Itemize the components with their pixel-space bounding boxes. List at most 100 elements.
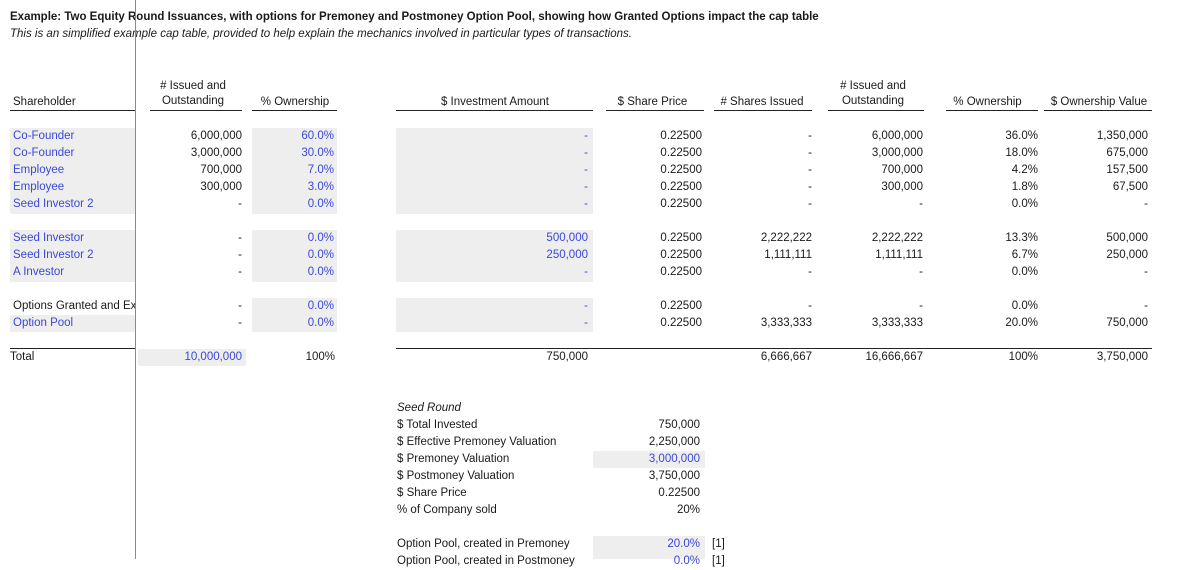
- issued-outstanding: -: [238, 317, 242, 329]
- shareholder-name[interactable]: Employee: [13, 162, 135, 179]
- header-underline: [396, 110, 593, 111]
- header-issued-outstanding-2: # Issued and Outstanding: [828, 79, 918, 109]
- total-issued-2: 16,666,667: [865, 351, 923, 363]
- ownership-pct-2: 6.7%: [1011, 249, 1038, 261]
- investment-amount[interactable]: 250,000: [440, 247, 588, 264]
- issued-outstanding: 700,000: [200, 164, 242, 176]
- investment-amount[interactable]: -: [440, 128, 588, 145]
- ownership-pct-2: 20.0%: [1005, 317, 1038, 329]
- ownership-value: 157,500: [1106, 164, 1148, 176]
- issued-outstanding: 3,000,000: [190, 147, 242, 159]
- investment-amount[interactable]: -: [440, 315, 588, 332]
- investment-amount[interactable]: -: [440, 264, 588, 281]
- page-subtitle: This is an simplified example cap table,…: [10, 28, 632, 40]
- ownership-value: -: [1144, 198, 1148, 210]
- page-title: Example: Two Equity Round Issuances, wit…: [10, 11, 819, 23]
- shares-issued: -: [808, 147, 812, 159]
- header-issued-outstanding: # Issued and Outstanding: [148, 79, 238, 109]
- ownership-value: 1,350,000: [1096, 130, 1148, 142]
- share-price: 0.22500: [660, 266, 702, 278]
- shares-issued: 2,222,222: [760, 232, 812, 244]
- share-price: 0.22500: [660, 130, 702, 142]
- ownership-value: 250,000: [1106, 249, 1148, 261]
- ownership-pct[interactable]: 30.0%: [250, 145, 334, 162]
- issued-outstanding: -: [238, 300, 242, 312]
- investment-amount[interactable]: 500,000: [440, 230, 588, 247]
- header-underline: [10, 110, 135, 111]
- issued-outstanding: -: [238, 266, 242, 278]
- issued-outstanding: -: [238, 249, 242, 261]
- shares-issued: -: [808, 181, 812, 193]
- investment-amount[interactable]: -: [440, 162, 588, 179]
- issued-outstanding-2: 3,333,333: [871, 317, 923, 329]
- shareholder-name[interactable]: A Investor: [13, 264, 135, 281]
- header-underline: [714, 110, 812, 111]
- ownership-pct-2: 4.2%: [1011, 164, 1038, 176]
- shareholder-name[interactable]: Co-Founder: [13, 145, 135, 162]
- shareholder-name[interactable]: Seed Investor 2: [13, 247, 135, 264]
- investment-amount[interactable]: -: [440, 179, 588, 196]
- header-issued2-line2: Outstanding: [841, 95, 904, 107]
- summary-value: 3,750,000: [648, 470, 700, 482]
- issued-outstanding-2: 2,222,222: [871, 232, 923, 244]
- shareholder-name[interactable]: Option Pool: [13, 315, 135, 332]
- investment-amount[interactable]: -: [440, 145, 588, 162]
- header-underline: [946, 110, 1038, 111]
- ownership-value: 500,000: [1106, 232, 1148, 244]
- issued-outstanding-2: 3,000,000: [871, 147, 923, 159]
- ownership-pct[interactable]: 0.0%: [250, 196, 334, 213]
- summary-label: $ Effective Premoney Valuation: [397, 436, 557, 448]
- ownership-pct[interactable]: 0.0%: [250, 230, 334, 247]
- shareholder-name[interactable]: Employee: [13, 179, 135, 196]
- share-price: 0.22500: [660, 198, 702, 210]
- ownership-pct[interactable]: 0.0%: [250, 247, 334, 264]
- issued-outstanding-2: 300,000: [881, 181, 923, 193]
- option-pool-postmoney-note: [1]: [712, 555, 725, 567]
- ownership-pct[interactable]: 3.0%: [250, 179, 334, 196]
- header-underline: [1044, 110, 1152, 111]
- ownership-pct[interactable]: 0.0%: [250, 264, 334, 281]
- total-shares-issued: 6,666,667: [760, 351, 812, 363]
- ownership-pct-2: 13.3%: [1005, 232, 1038, 244]
- ownership-pct[interactable]: 60.0%: [250, 128, 334, 145]
- header-ownership: % Ownership: [260, 96, 330, 108]
- ownership-value: -: [1144, 266, 1148, 278]
- share-price: 0.22500: [660, 249, 702, 261]
- total-issued[interactable]: 10,000,000: [140, 349, 242, 366]
- shares-issued: 1,111,111: [764, 249, 812, 261]
- investment-amount[interactable]: -: [440, 298, 588, 315]
- share-price: 0.22500: [660, 181, 702, 193]
- ownership-pct-2: 0.0%: [1011, 266, 1038, 278]
- investment-amount[interactable]: -: [440, 196, 588, 213]
- shareholder-name[interactable]: Seed Investor: [13, 230, 135, 247]
- ownership-pct[interactable]: 0.0%: [250, 298, 334, 315]
- ownership-pct-2: 1.8%: [1011, 181, 1038, 193]
- ownership-pct[interactable]: 0.0%: [250, 315, 334, 332]
- shares-issued: 3,333,333: [760, 317, 812, 329]
- ownership-value: 750,000: [1106, 317, 1148, 329]
- total-value: 3,750,000: [1096, 351, 1148, 363]
- header-issued2-line1: # Issued and: [840, 80, 906, 92]
- ownership-pct[interactable]: 7.0%: [250, 162, 334, 179]
- ownership-value: 675,000: [1106, 147, 1148, 159]
- issued-outstanding: 6,000,000: [190, 130, 242, 142]
- frozen-pane-divider[interactable]: [135, 0, 136, 559]
- shareholder-name: Options Granted and Exercised: [13, 300, 135, 312]
- summary-label: % of Company sold: [397, 504, 497, 516]
- header-underline: [606, 110, 704, 111]
- summary-value[interactable]: 3,000,000: [649, 451, 700, 468]
- option-pool-postmoney-label: Option Pool, created in Postmoney: [397, 555, 575, 567]
- summary-value: 750,000: [658, 419, 700, 431]
- ownership-value: -: [1144, 300, 1148, 312]
- header-shareholder: Shareholder: [13, 96, 76, 108]
- header-share-price: $ Share Price: [617, 96, 688, 108]
- option-pool-premoney-value[interactable]: 20.0%: [667, 536, 700, 553]
- shareholder-name[interactable]: Co-Founder: [13, 128, 135, 145]
- issued-outstanding-2: -: [919, 198, 923, 210]
- issued-outstanding-2: 1,111,111: [875, 249, 923, 261]
- share-price: 0.22500: [660, 164, 702, 176]
- shareholder-name[interactable]: Seed Investor 2: [13, 196, 135, 213]
- issued-outstanding-2: -: [919, 266, 923, 278]
- header-shares-issued: # Shares Issued: [720, 96, 804, 108]
- option-pool-postmoney-value[interactable]: 0.0%: [674, 553, 700, 570]
